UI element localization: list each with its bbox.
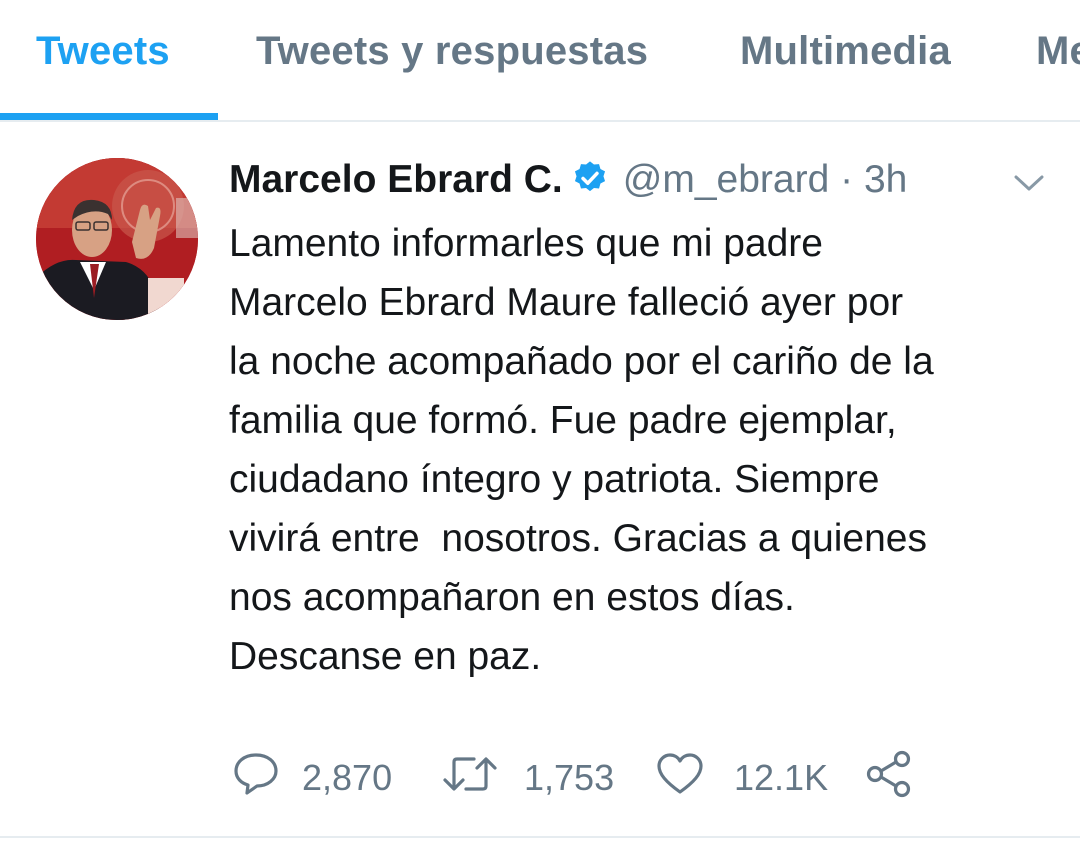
author-name[interactable]: Marcelo Ebrard C.	[229, 158, 563, 201]
retweet-count: 1,753	[524, 757, 615, 798]
tab-likes[interactable]: Me Gusta	[1036, 29, 1080, 74]
separator-dot: ·	[840, 158, 854, 201]
verified-badge-icon	[571, 159, 609, 211]
tab-media[interactable]: Multimedia	[740, 29, 951, 74]
chevron-down-icon[interactable]	[1012, 172, 1046, 199]
reply-count: 2,870	[302, 757, 393, 798]
reply-icon	[232, 751, 280, 806]
retweet-icon	[442, 754, 498, 803]
avatar[interactable]	[36, 158, 198, 320]
like-count: 12.1K	[734, 757, 829, 798]
tweet-actions: 2,870 1,753 12.1K	[232, 750, 992, 807]
retweet-button[interactable]: 1,753	[442, 752, 614, 804]
tab-tweets[interactable]: Tweets	[36, 29, 170, 74]
tweet-timestamp[interactable]: 3h	[864, 158, 907, 201]
reply-button[interactable]: 2,870	[232, 752, 392, 804]
like-button[interactable]: 12.1K	[656, 752, 828, 804]
avatar-photo	[36, 158, 198, 320]
tweet-header: Marcelo Ebrard C. @m_ebrard · 3h	[229, 154, 907, 206]
tweet-text: Lamento informarles que mi padre Marcelo…	[229, 222, 934, 678]
tweet-card[interactable]: Marcelo Ebrard C. @m_ebrard · 3h Lamento …	[0, 122, 1080, 838]
heart-icon	[656, 752, 704, 805]
author-handle[interactable]: @m_ebrard	[623, 158, 830, 201]
active-tab-indicator	[0, 113, 218, 120]
share-icon	[864, 750, 914, 807]
profile-tab-bar: Tweets Tweets y respuestas Multimedia Me…	[0, 0, 1080, 122]
tab-tweets-and-replies[interactable]: Tweets y respuestas	[256, 29, 648, 74]
share-button[interactable]	[864, 750, 914, 807]
